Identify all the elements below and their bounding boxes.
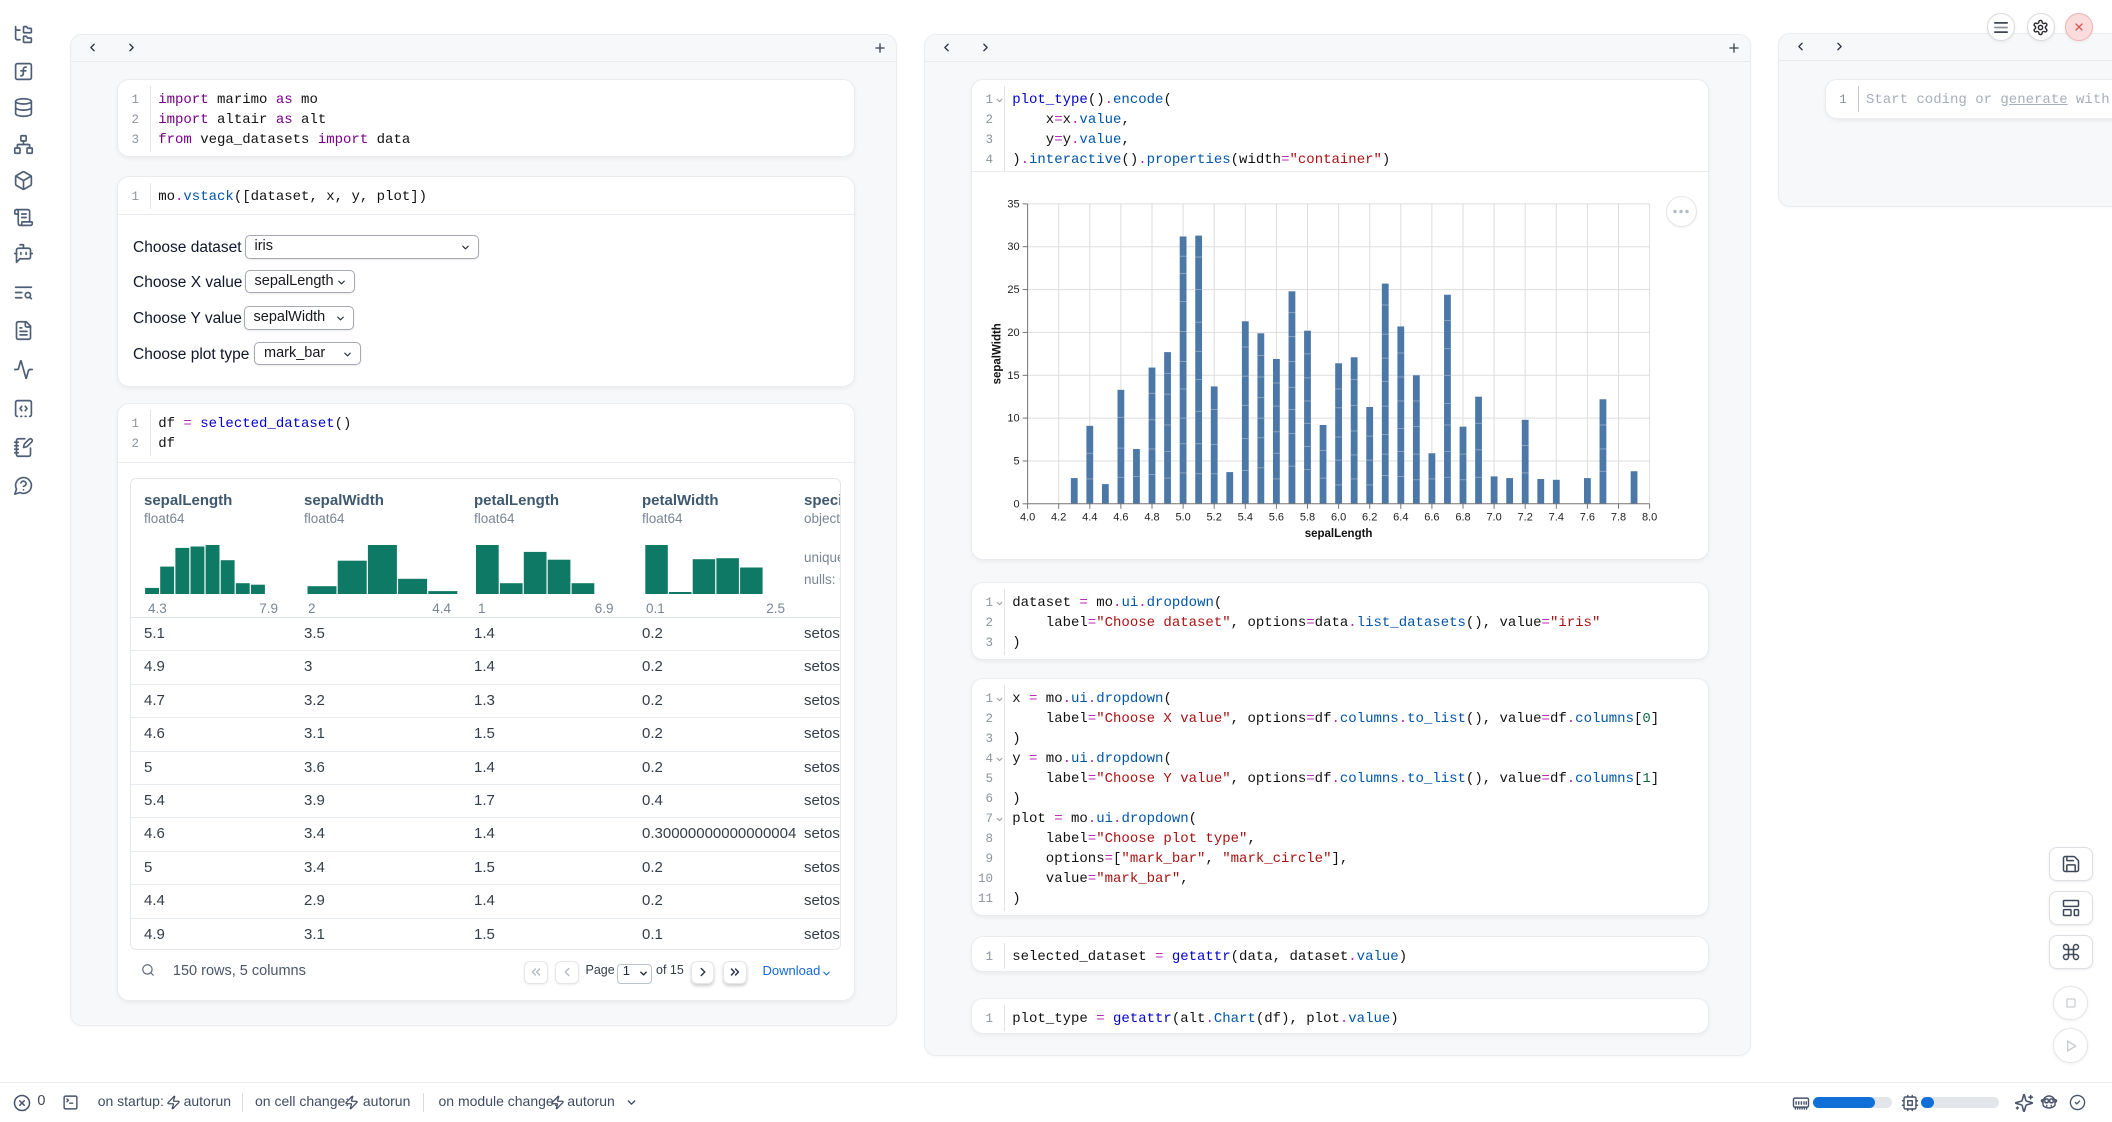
svg-text:25: 25 [1007,284,1019,296]
svg-text:6.0: 6.0 [1331,511,1346,523]
svg-text:7.6: 7.6 [1580,511,1595,523]
svg-text:7.4: 7.4 [1549,511,1564,523]
svg-text:6.4: 6.4 [1393,511,1408,523]
svg-text:5.2: 5.2 [1207,511,1222,523]
svg-text:7.8: 7.8 [1611,511,1626,523]
svg-text:4.0: 4.0 [1020,511,1035,523]
svg-text:4.2: 4.2 [1051,511,1066,523]
svg-text:15: 15 [1007,369,1019,381]
svg-text:7.0: 7.0 [1486,511,1501,523]
svg-text:10: 10 [1007,412,1019,424]
svg-text:8.0: 8.0 [1642,511,1657,523]
svg-text:5: 5 [1013,455,1019,467]
svg-text:4.4: 4.4 [1082,511,1097,523]
svg-text:6.2: 6.2 [1362,511,1377,523]
svg-text:sepalWidth: sepalWidth [992,323,1004,384]
svg-text:6.8: 6.8 [1455,511,1470,523]
svg-text:sepalLength: sepalLength [1305,527,1373,539]
svg-text:4.8: 4.8 [1144,511,1159,523]
svg-text:0: 0 [1013,498,1019,510]
svg-text:4.6: 4.6 [1113,511,1128,523]
svg-text:6.6: 6.6 [1424,511,1439,523]
svg-text:30: 30 [1007,241,1019,253]
svg-text:7.2: 7.2 [1518,511,1533,523]
svg-text:5.8: 5.8 [1300,511,1315,523]
svg-text:20: 20 [1007,326,1019,338]
svg-text:5.6: 5.6 [1269,511,1284,523]
svg-text:5.0: 5.0 [1175,511,1190,523]
svg-text:35: 35 [1007,198,1019,210]
svg-text:5.4: 5.4 [1238,511,1253,523]
